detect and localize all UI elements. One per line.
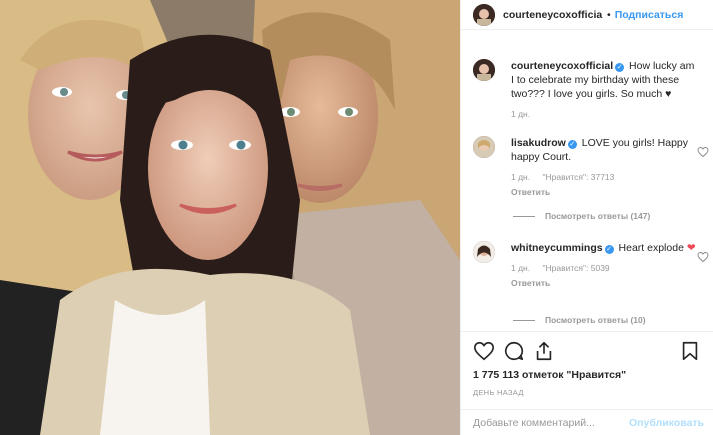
comment-time[interactable]: 1 дн. bbox=[511, 172, 530, 182]
view-replies-button[interactable]: Посмотреть ответы (147) bbox=[513, 211, 650, 221]
post-header: courteneycoxofficial • Подписаться bbox=[461, 0, 713, 30]
publish-button[interactable]: Опубликовать bbox=[629, 417, 704, 429]
comment-heart-icon[interactable] bbox=[697, 251, 709, 263]
reply-button[interactable]: Ответить bbox=[511, 276, 696, 290]
post-photo[interactable] bbox=[0, 0, 460, 435]
post-sidebar: courteneycoxofficial • Подписаться court… bbox=[460, 0, 713, 435]
follow-button[interactable]: Подписаться bbox=[615, 9, 684, 21]
action-bar bbox=[473, 340, 701, 364]
reply-button[interactable]: Ответить bbox=[511, 185, 696, 199]
commenter-username[interactable]: lisakudrow bbox=[511, 137, 566, 149]
commenter-avatar[interactable] bbox=[473, 241, 495, 263]
post-timestamp[interactable]: ДЕНЬ НАЗАД bbox=[473, 388, 524, 397]
caption-username[interactable]: courteneycoxofficial bbox=[511, 60, 613, 72]
author-avatar[interactable] bbox=[473, 3, 495, 26]
caption-time[interactable]: 1 дн. bbox=[511, 109, 530, 119]
comment-likes[interactable]: "Нравится": 37713 bbox=[542, 172, 614, 182]
view-replies-label[interactable]: Посмотреть ответы (10) bbox=[545, 315, 646, 325]
verified-badge-icon: ✓ bbox=[615, 63, 625, 72]
separator-dot: • bbox=[607, 8, 611, 21]
divider-line bbox=[513, 319, 535, 321]
view-replies-button[interactable]: Посмотреть ответы (10) bbox=[513, 315, 646, 325]
view-replies-label[interactable]: Посмотреть ответы (147) bbox=[545, 211, 650, 221]
share-icon[interactable] bbox=[533, 340, 555, 362]
red-heart-emoji: ❤ bbox=[686, 242, 696, 254]
caption-avatar[interactable] bbox=[473, 59, 495, 81]
comment-time[interactable]: 1 дн. bbox=[511, 263, 530, 273]
likes-count[interactable]: 1 775 113 отметок "Нравится" bbox=[473, 369, 626, 381]
author-username[interactable]: courteneycoxofficial bbox=[503, 9, 603, 21]
comments-list[interactable]: courteneycoxofficial ✓ How lucky am I to … bbox=[461, 31, 713, 331]
bookmark-icon[interactable] bbox=[679, 340, 701, 362]
post-actions-section: 1 775 113 отметок "Нравится" ДЕНЬ НАЗАД … bbox=[461, 331, 713, 435]
commenter-avatar[interactable] bbox=[473, 136, 495, 158]
add-comment-bar: Опубликовать bbox=[461, 409, 713, 435]
comment-heart-icon[interactable] bbox=[697, 146, 709, 158]
selfie-image bbox=[0, 0, 460, 435]
divider-line bbox=[513, 215, 535, 217]
heart-icon[interactable] bbox=[473, 340, 495, 362]
comment-text: Heart explode bbox=[618, 242, 684, 254]
verified-badge-icon: ✓ bbox=[604, 245, 614, 254]
comment-icon[interactable] bbox=[503, 340, 525, 362]
comment-likes[interactable]: "Нравится": 5039 bbox=[542, 263, 609, 273]
verified-badge-icon: ✓ bbox=[567, 140, 577, 149]
comment-input[interactable] bbox=[473, 417, 630, 429]
commenter-username[interactable]: whitneycummings bbox=[511, 242, 603, 254]
